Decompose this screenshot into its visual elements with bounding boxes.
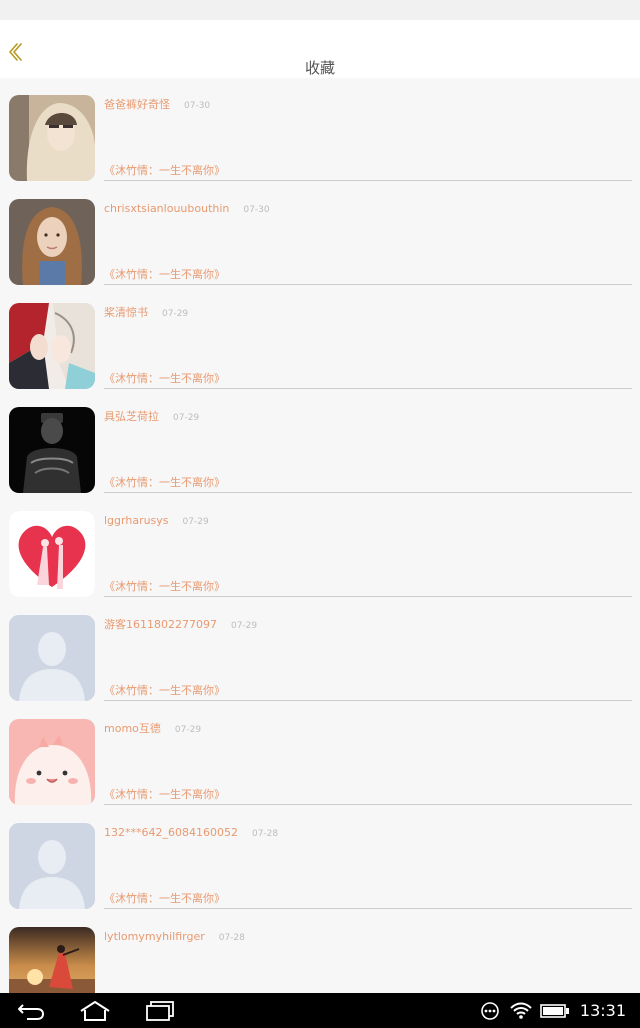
book-title[interactable]: 《沐竹情：一生不离你》 [104,580,225,594]
default-user-avatar[interactable] [9,615,95,701]
item-date: 07-29 [173,413,200,423]
list-item[interactable]: chrisxtsianlouubouthin 07-30 《沐竹情：一生不离你》 [0,182,640,286]
item-date: 07-30 [184,101,211,111]
username: momo互德 07-29 [104,722,202,735]
book-title[interactable]: 《沐竹情：一生不离你》 [104,684,225,698]
nav-back-icon [18,1004,45,1020]
book-title[interactable]: 《沐竹情：一生不离你》 [104,476,225,490]
nav-home-icon [80,1001,110,1021]
favorites-list: 爸爸裤好奇怪 07-30 《沐竹情：一生不离你》 chrisxtsianlouub… [0,78,640,993]
list-item[interactable]: 132***642_6084160052 07-28 《沐竹情：一生不离你》 [0,806,640,910]
list-item[interactable]: lytlomymyhilfirger 07-28 [0,910,640,993]
username: 具弘芝荷拉 07-29 [104,410,200,423]
battery-icon [540,1003,569,1018]
divider [104,908,632,909]
page-title: 收藏 [304,59,335,77]
divider [104,492,632,493]
wifi-icon [510,1002,532,1019]
nav-home-button[interactable] [78,999,112,1023]
default-user-avatar[interactable] [9,823,95,909]
username: 游客1611802277097 07-29 [104,618,258,631]
nav-recents-icon [146,1001,174,1021]
system-navigation-bar: 13:31 [0,993,640,1028]
item-date: 07-28 [218,933,245,943]
clock: 13:31 [579,1001,626,1020]
username: 爸爸裤好奇怪 07-30 [104,98,211,111]
list-item[interactable]: 爸爸裤好奇怪 07-30 《沐竹情：一生不离你》 [0,78,640,182]
book-title[interactable]: 《沐竹情：一生不离你》 [104,268,225,282]
nav-back-button[interactable] [16,999,46,1023]
heart-couple-avatar[interactable] [9,511,95,597]
divider [104,180,632,181]
list-item[interactable]: lggrharusys 07-29 《沐竹情：一生不离你》 [0,494,640,598]
header-bar: 收藏 [0,20,640,78]
status-icons: 13:31 [480,993,640,1028]
book-title[interactable]: 《沐竹情：一生不离你》 [104,892,225,906]
dark-figure-avatar[interactable] [9,407,95,493]
list-item[interactable]: 具弘芝荷拉 07-29 《沐竹情：一生不离你》 [0,390,640,494]
sunset-woman-avatar[interactable] [9,927,95,993]
book-title[interactable]: 《沐竹情：一生不离你》 [104,164,225,178]
nav-recents-button[interactable] [144,999,176,1023]
pink-cartoon-avatar[interactable] [9,719,95,805]
status-bar-strip [0,0,640,20]
item-date: 07-29 [162,309,189,319]
username: lytlomymyhilfirger 07-28 [104,930,245,943]
divider [104,596,632,597]
item-date: 07-28 [251,829,279,839]
username: 132***642_6084160052 07-28 [104,826,279,839]
book-title[interactable]: 《沐竹情：一生不离你》 [104,788,225,802]
item-date: 07-29 [230,621,258,631]
girl-photo-avatar[interactable] [9,199,95,285]
book-title[interactable]: 《沐竹情：一生不离你》 [104,372,225,386]
anime-couple-avatar[interactable] [9,303,95,389]
username: chrisxtsianlouubouthin 07-30 [104,202,270,215]
divider [104,284,632,285]
divider [104,804,632,805]
divider [104,388,632,389]
item-date: 07-30 [243,205,270,215]
divider [104,700,632,701]
list-item[interactable]: momo互德 07-29 《沐竹情：一生不离你》 [0,702,640,806]
hooded-person-avatar[interactable] [9,95,95,181]
list-item[interactable]: 桨清惊书 07-29 《沐竹情：一生不离你》 [0,286,640,390]
item-date: 07-29 [182,517,209,527]
username: 桨清惊书 07-29 [104,306,189,319]
more-dots-icon[interactable] [480,1001,500,1021]
username: lggrharusys 07-29 [104,514,209,527]
item-date: 07-29 [174,725,202,735]
list-item[interactable]: 游客1611802277097 07-29 《沐竹情：一生不离你》 [0,598,640,702]
